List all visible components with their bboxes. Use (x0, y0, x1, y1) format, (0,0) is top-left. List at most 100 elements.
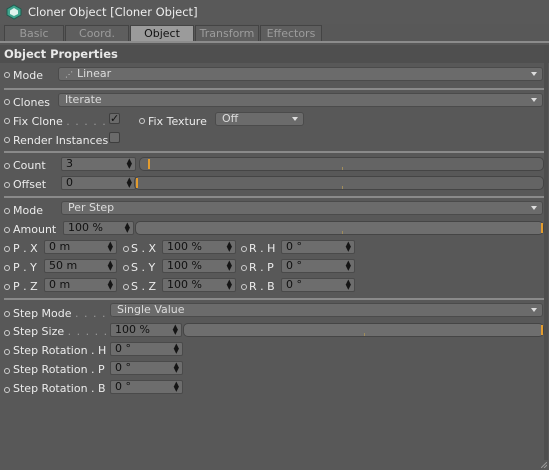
animate-dot[interactable] (4, 265, 10, 271)
step-size-text: Step Size (13, 325, 65, 338)
step-rotation-p-field[interactable]: 0 ° ▲ ▼ (110, 361, 183, 375)
clones-dropdown[interactable]: Iterate (58, 93, 543, 107)
mode-dropdown[interactable]: ⋰ Linear (58, 67, 543, 81)
mode-label: Mode (13, 69, 43, 82)
stepper-arrows-icon[interactable]: ▲ ▼ (125, 222, 130, 234)
step-mode-dropdown[interactable]: Single Value (110, 303, 543, 317)
stepper-arrows-icon[interactable]: ▲ ▼ (346, 241, 351, 253)
r-p-field[interactable]: 0 ° ▲ ▼ (281, 259, 355, 273)
r-h-value: 0 ° (286, 240, 302, 253)
check-icon: ✓ (110, 112, 120, 125)
animate-dot[interactable] (4, 182, 10, 188)
stepper-arrows-icon[interactable]: ▲ ▼ (174, 381, 179, 393)
stepper-arrows-icon[interactable]: ▲ ▼ (346, 279, 351, 291)
r-b-field[interactable]: 0 ° ▲ ▼ (281, 278, 355, 292)
animate-dot[interactable] (4, 227, 10, 233)
vertical-scrollbar[interactable] (544, 45, 548, 460)
s-y-field[interactable]: 100 % ▲ ▼ (162, 259, 236, 273)
fix-clone-checkbox[interactable]: ✓ (109, 113, 120, 124)
animate-dot[interactable] (4, 246, 10, 252)
offset-slider-handle[interactable] (136, 178, 138, 188)
step-size-slider-handle[interactable] (541, 325, 543, 335)
stepper-arrows-icon[interactable]: ▲ ▼ (173, 324, 178, 336)
animate-dot[interactable] (4, 387, 10, 393)
r-h-label: R . H (249, 242, 276, 255)
animate-dot[interactable] (4, 99, 10, 105)
animate-dot[interactable] (241, 265, 247, 271)
animate-dot[interactable] (4, 118, 10, 124)
animate-dot[interactable] (4, 208, 10, 214)
stepper-arrows-icon[interactable]: ▲ ▼ (227, 241, 232, 253)
animate-dot[interactable] (4, 330, 10, 336)
animate-dot[interactable] (4, 137, 10, 143)
animate-dot[interactable] (4, 284, 10, 290)
fix-clone-label: Fix Clone . . . . . (13, 115, 107, 128)
stepper-arrows-icon[interactable]: ▲ ▼ (346, 260, 351, 272)
resize-grip-icon[interactable] (541, 462, 547, 468)
p-x-field[interactable]: 0 m ▲ ▼ (44, 240, 117, 254)
p-y-value: 50 m (49, 259, 78, 272)
tab-basic[interactable]: Basic (4, 25, 64, 41)
offset-field[interactable]: 0 ▲ ▼ (61, 176, 136, 190)
count-label: Count (13, 159, 46, 172)
stepper-arrows-icon[interactable]: ▲ ▼ (174, 343, 179, 355)
offset-label: Offset (13, 178, 47, 191)
tab-object[interactable]: Object (130, 25, 194, 41)
animate-dot[interactable] (4, 368, 10, 374)
clones-value: Iterate (65, 93, 102, 106)
stepper-arrows-icon[interactable]: ▲ ▼ (174, 362, 179, 374)
stepper-arrows-icon[interactable]: ▲ ▼ (127, 177, 132, 189)
stepper-arrows-icon[interactable]: ▲ ▼ (127, 158, 132, 170)
offset-slider[interactable] (134, 176, 544, 190)
stepper-arrows-icon[interactable]: ▲ ▼ (108, 241, 113, 253)
clones-label: Clones (13, 96, 50, 109)
animate-dot[interactable] (4, 349, 10, 355)
animate-dot[interactable] (241, 246, 247, 252)
animate-dot[interactable] (123, 284, 129, 290)
tab-coord[interactable]: Coord. (65, 25, 129, 41)
step-size-field[interactable]: 100 % ▲ ▼ (110, 323, 182, 337)
count-slider-handle[interactable] (148, 159, 150, 169)
step-rotation-p-value: 0 ° (115, 361, 131, 374)
mode2-value: Per Step (68, 201, 115, 214)
animate-dot[interactable] (4, 72, 10, 78)
animate-dot[interactable] (4, 163, 10, 169)
tab-transform[interactable]: Transform (195, 25, 259, 41)
mode-value: Linear (77, 67, 112, 80)
count-field[interactable]: 3 ▲ ▼ (61, 157, 136, 171)
animate-dot[interactable] (4, 311, 10, 317)
stepper-arrows-icon[interactable]: ▲ ▼ (227, 279, 232, 291)
divider (4, 196, 544, 198)
tab-effectors[interactable]: Effectors (260, 25, 322, 41)
amount-slider[interactable] (135, 221, 544, 235)
s-x-field[interactable]: 100 % ▲ ▼ (162, 240, 236, 254)
render-instances-checkbox[interactable] (109, 132, 120, 143)
stepper-arrows-icon[interactable]: ▲ ▼ (108, 279, 113, 291)
animate-dot[interactable] (139, 118, 145, 124)
mode2-dropdown[interactable]: Per Step (61, 201, 543, 215)
stepper-arrows-icon[interactable]: ▲ ▼ (108, 260, 113, 272)
p-y-field[interactable]: 50 m ▲ ▼ (44, 259, 117, 273)
fix-clone-text: Fix Clone (13, 115, 63, 128)
step-rotation-p-label: Step Rotation . P (13, 363, 105, 376)
cloner-object-icon (6, 4, 22, 20)
step-rotation-h-field[interactable]: 0 ° ▲ ▼ (110, 342, 183, 356)
step-size-slider[interactable] (183, 323, 544, 337)
r-h-field[interactable]: 0 ° ▲ ▼ (281, 240, 355, 254)
divider (4, 88, 544, 90)
fix-texture-value: Off (222, 112, 239, 125)
title-bar: Cloner Object [Cloner Object] (0, 0, 549, 24)
fix-texture-dropdown[interactable]: Off (215, 112, 304, 126)
amount-field[interactable]: 100 % ▲ ▼ (63, 221, 134, 235)
animate-dot[interactable] (241, 284, 247, 290)
s-z-field[interactable]: 100 % ▲ ▼ (162, 278, 236, 292)
chevron-down-icon (531, 308, 537, 312)
slider-tick (342, 167, 343, 170)
stepper-arrows-icon[interactable]: ▲ ▼ (227, 260, 232, 272)
animate-dot[interactable] (123, 265, 129, 271)
p-z-field[interactable]: 0 m ▲ ▼ (44, 278, 117, 292)
step-rotation-b-field[interactable]: 0 ° ▲ ▼ (110, 380, 183, 394)
count-slider[interactable] (139, 157, 544, 171)
animate-dot[interactable] (123, 246, 129, 252)
amount-slider-handle[interactable] (541, 223, 543, 233)
